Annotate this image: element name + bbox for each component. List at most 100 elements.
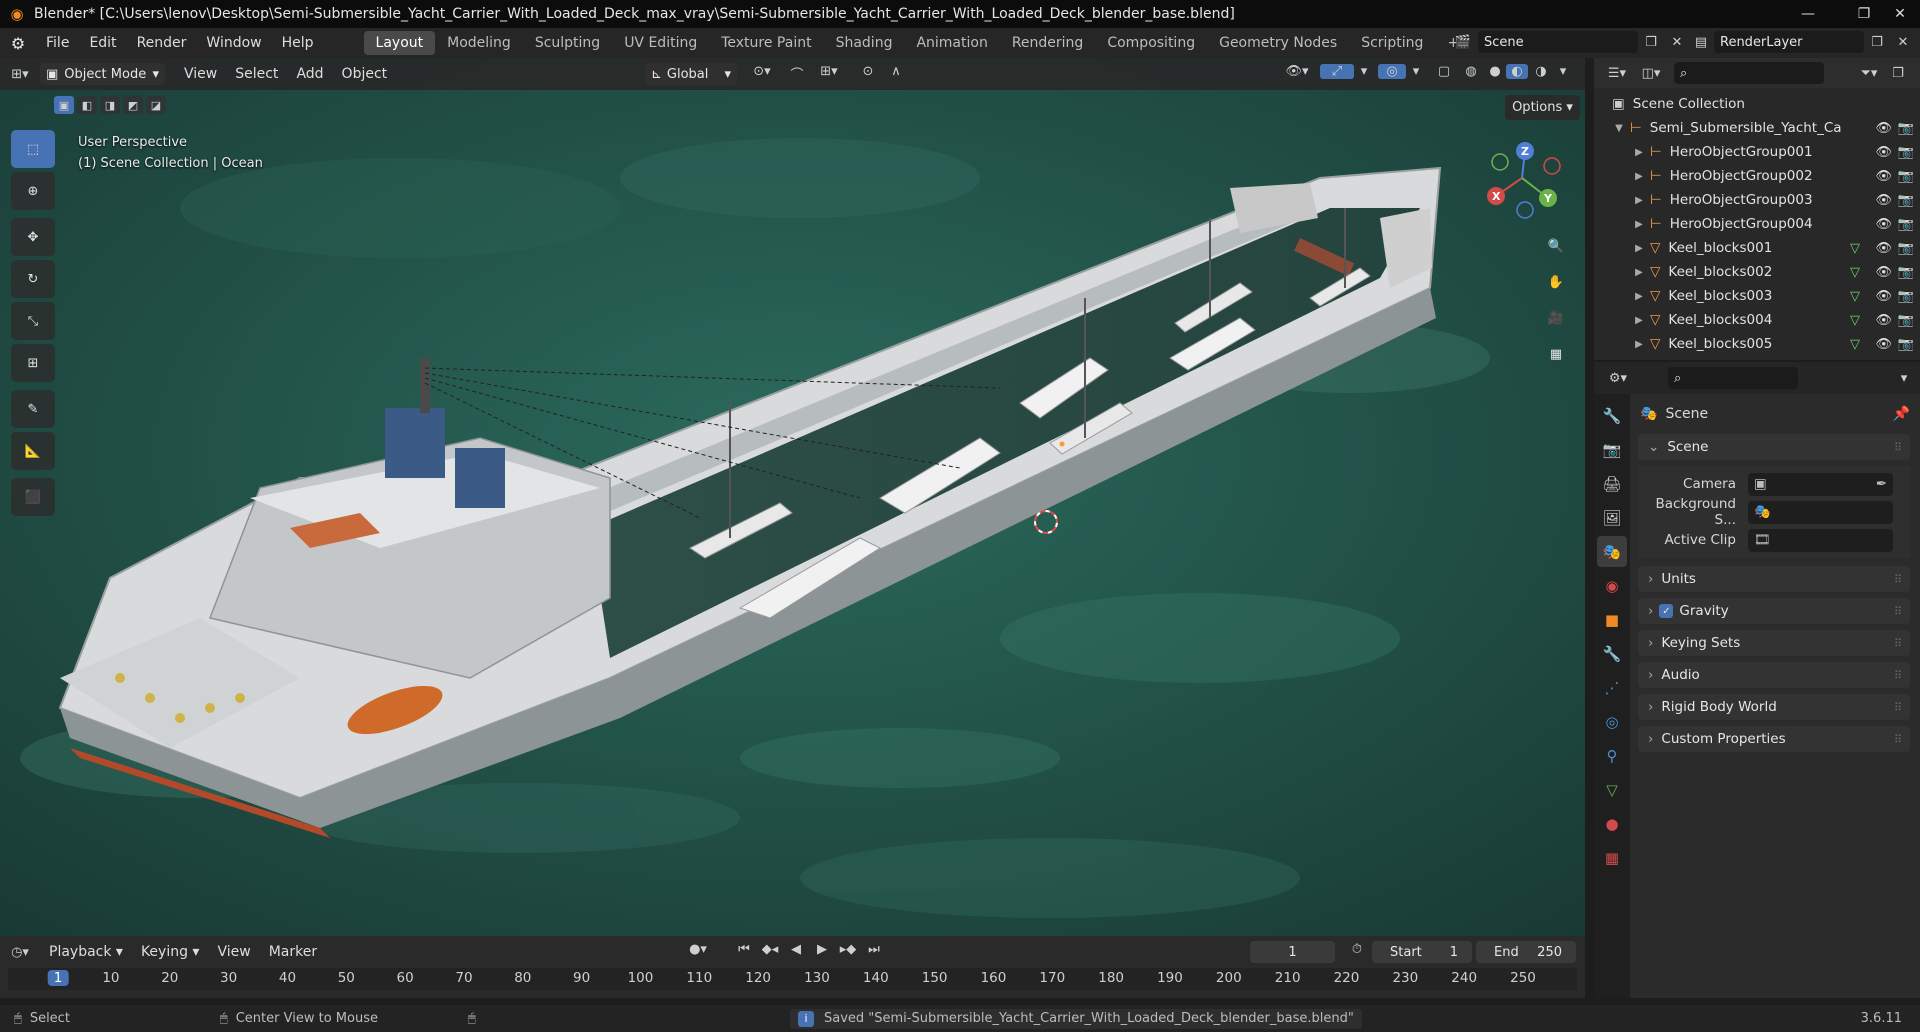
properties-editor-icon[interactable]: ⚙▾ — [1600, 371, 1636, 386]
eye-icon[interactable]: 👁 — [1875, 241, 1892, 256]
visibility-icon[interactable]: 👁▾ — [1280, 64, 1314, 79]
outliner-row[interactable]: ▶ ⊢ HeroObjectGroup002 👁 📷 — [1612, 164, 1920, 188]
render-camera-icon[interactable]: 📷 — [1898, 313, 1914, 328]
outliner-row[interactable]: ▶ ▽ Keel_blocks005 ▽ 👁 📷 — [1612, 332, 1920, 356]
outliner-row[interactable]: ▶ ▽ Keel_blocks002 ▽ 👁 📷 — [1612, 260, 1920, 284]
eyedropper-icon[interactable]: ✒ — [1876, 476, 1887, 492]
modifier-tab-icon[interactable]: 🔧 — [1597, 638, 1627, 669]
tab-scripting[interactable]: Scripting — [1349, 31, 1435, 55]
properties-search-input[interactable]: ⌕ — [1668, 367, 1798, 389]
minimize-button[interactable]: — — [1780, 0, 1836, 28]
transform-tool-icon[interactable]: ⊞ — [11, 344, 55, 382]
render-camera-icon[interactable]: 📷 — [1898, 217, 1914, 232]
timeline-menu-view[interactable]: View — [208, 944, 259, 960]
close-button[interactable]: ✕ — [1880, 0, 1920, 28]
mesh-data-icon[interactable]: ▽ — [1850, 337, 1860, 352]
outliner-row[interactable]: ▶ ⊢ HeroObjectGroup001 👁 📷 — [1612, 140, 1920, 164]
zoom-icon[interactable]: 🔍 — [1540, 230, 1572, 262]
pivot-point-icon[interactable]: ⊙▾ — [745, 64, 779, 79]
scene-selector[interactable]: Scene — [1478, 31, 1638, 53]
pan-hand-icon[interactable]: ✋ — [1540, 266, 1572, 298]
rotate-tool-icon[interactable]: ↻ — [11, 260, 55, 298]
solid-shading-icon[interactable]: ● — [1484, 64, 1506, 79]
scale-tool-icon[interactable]: ⤡ — [11, 302, 55, 340]
select-invert-icon[interactable]: ◩ — [123, 96, 143, 114]
panel-units[interactable]: › Units ⠿ — [1638, 566, 1910, 592]
menu-help[interactable]: Help — [272, 28, 324, 58]
render-camera-icon[interactable]: 📷 — [1898, 241, 1914, 256]
eye-icon[interactable]: 👁 — [1875, 313, 1892, 328]
proportional-edit-icon[interactable]: ⊙ — [856, 64, 880, 79]
start-frame-field[interactable]: Start 1 — [1372, 941, 1472, 963]
panel-gravity[interactable]: › ✓ Gravity ⠿ — [1638, 598, 1910, 624]
play-reverse-icon[interactable]: ◀ — [785, 942, 807, 957]
outliner-row[interactable]: ▶ ⊢ HeroObjectGroup003 👁 📷 — [1612, 188, 1920, 212]
camera-view-icon[interactable]: 🎥 — [1540, 302, 1572, 334]
shading-dropdown-icon[interactable]: ▾ — [1554, 64, 1572, 79]
panel-scene-header[interactable]: ⌄ Scene ⠿ — [1638, 434, 1910, 460]
menu-window[interactable]: Window — [196, 28, 271, 58]
background-scene-field[interactable]: 🎭 — [1748, 500, 1893, 524]
tab-sculpting[interactable]: Sculpting — [523, 31, 612, 55]
viewport-menu-select[interactable]: Select — [226, 66, 287, 82]
output-tab-icon[interactable]: 🖨 — [1597, 468, 1627, 499]
view-layer-tab-icon[interactable]: 🖼 — [1597, 502, 1627, 533]
add-cube-tool-icon[interactable]: ⬛ — [11, 478, 55, 516]
snap-target-icon[interactable]: ⊞▾ — [812, 64, 846, 79]
timeline-menu-playback[interactable]: Playback ▾ — [40, 944, 132, 960]
new-scene-icon[interactable]: ❐ — [1638, 35, 1664, 50]
pin-icon[interactable]: 📌 — [1893, 406, 1910, 422]
snap-icon[interactable]: ⌒ — [785, 64, 809, 83]
blender-menu-icon[interactable]: ⚙ — [0, 34, 36, 53]
tab-modeling[interactable]: Modeling — [435, 31, 523, 55]
timeline-editor-icon[interactable]: ◷▾ — [0, 945, 40, 960]
mesh-data-icon[interactable]: ▽ — [1850, 265, 1860, 280]
render-tab-icon[interactable]: 📷 — [1597, 434, 1627, 465]
next-keyframe-icon[interactable]: ▸◆ — [837, 942, 859, 957]
panel-audio[interactable]: › Audio ⠿ — [1638, 662, 1910, 688]
panel-keying-sets[interactable]: › Keying Sets ⠿ — [1638, 630, 1910, 656]
outliner-row[interactable]: ▶ ▽ Keel_blocks004 ▽ 👁 📷 — [1612, 308, 1920, 332]
current-frame-field[interactable]: 1 — [1250, 941, 1335, 963]
select-subtract-icon[interactable]: ◨ — [100, 96, 120, 114]
3d-viewport[interactable]: Z X Y — [0, 58, 1585, 936]
mesh-data-icon[interactable]: ▽ — [1850, 289, 1860, 304]
editor-type-icon[interactable]: ⊞▾ — [0, 67, 40, 82]
prev-keyframe-icon[interactable]: ◆◂ — [759, 942, 781, 957]
data-tab-icon[interactable]: ▽ — [1597, 774, 1627, 805]
menu-render[interactable]: Render — [127, 28, 197, 58]
mode-selector[interactable]: ▣ Object Mode ▾ — [40, 63, 165, 85]
frame-ruler[interactable]: 1 10 20 30 40 50 60 70 80 90 100 110 120 130 140 150 160… — [8, 968, 1577, 990]
overlays-dropdown-icon[interactable]: ▾ — [1408, 64, 1424, 79]
tab-animation[interactable]: Animation — [904, 31, 999, 55]
new-collection-icon[interactable]: ❐ — [1886, 66, 1910, 81]
delete-scene-icon[interactable]: ✕ — [1664, 35, 1690, 50]
render-camera-icon[interactable]: 📷 — [1898, 337, 1914, 352]
eye-icon[interactable]: 👁 — [1875, 265, 1892, 280]
play-icon[interactable]: ▶ — [811, 942, 833, 957]
eye-icon[interactable]: 👁 — [1875, 145, 1892, 160]
active-clip-field[interactable]: 🎞 — [1748, 528, 1893, 552]
world-tab-icon[interactable]: ◉ — [1597, 570, 1627, 601]
new-renderlayer-icon[interactable]: ❐ — [1864, 35, 1890, 50]
material-tab-icon[interactable]: ● — [1597, 808, 1627, 839]
tab-layout[interactable]: Layout — [363, 31, 436, 55]
transform-orientation[interactable]: ⊾ Global ▾ — [645, 63, 737, 85]
scene-icon[interactable]: 🎬 — [1448, 35, 1478, 50]
outliner-root[interactable]: ▣ Scene Collection — [1612, 92, 1920, 116]
render-camera-icon[interactable]: 📷 — [1898, 193, 1914, 208]
outliner-row[interactable]: ▼ ⊢ Semi_Submersible_Yacht_Ca 👁 📷 — [1612, 116, 1920, 140]
panel-custom-properties[interactable]: › Custom Properties ⠿ — [1638, 726, 1910, 752]
delete-renderlayer-icon[interactable]: ✕ — [1890, 35, 1916, 50]
select-intersect-icon[interactable]: ◪ — [146, 96, 166, 114]
panel-rigid-body-world[interactable]: › Rigid Body World ⠿ — [1638, 694, 1910, 720]
tab-texture-paint[interactable]: Texture Paint — [709, 31, 823, 55]
mesh-data-icon[interactable]: ▽ — [1850, 241, 1860, 256]
render-camera-icon[interactable]: 📷 — [1898, 121, 1914, 136]
eye-icon[interactable]: 👁 — [1875, 169, 1892, 184]
tab-geometry-nodes[interactable]: Geometry Nodes — [1207, 31, 1349, 55]
gizmo-toggle-icon[interactable]: ⤢ — [1320, 64, 1354, 79]
wireframe-shading-icon[interactable]: ◍ — [1460, 64, 1482, 79]
cursor-tool-icon[interactable]: ⊕ — [11, 172, 55, 210]
rendered-shading-icon[interactable]: ◑ — [1530, 64, 1552, 79]
